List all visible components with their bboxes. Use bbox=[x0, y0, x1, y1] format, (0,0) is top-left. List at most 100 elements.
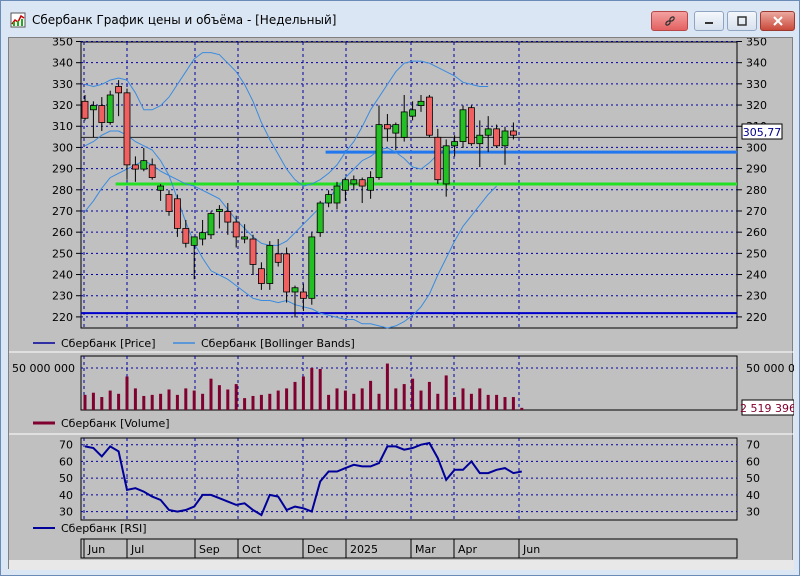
bollinger-legend-label: Сбербанк [Bollinger Bands] bbox=[201, 337, 355, 350]
volume-bar bbox=[142, 395, 146, 410]
candle-body bbox=[341, 179, 349, 191]
window-title: Сбербанк График цены и объёма - [Недельн… bbox=[32, 13, 337, 27]
price-y-tick-right: 350 bbox=[746, 38, 767, 49]
price-y-tick-right: 300 bbox=[746, 141, 767, 154]
volume-bar bbox=[419, 390, 423, 410]
volume-bar bbox=[444, 375, 448, 410]
volume-bar bbox=[285, 388, 289, 410]
candle-body bbox=[132, 164, 139, 170]
candle-body bbox=[425, 96, 433, 136]
rsi-plot-area[interactable] bbox=[80, 437, 738, 521]
candle-body bbox=[232, 221, 240, 238]
candle-body bbox=[173, 198, 181, 229]
rsi-y-tick-right: 50 bbox=[746, 472, 760, 485]
volume-bar bbox=[91, 392, 95, 410]
volume-bar bbox=[217, 385, 221, 410]
minimize-icon bbox=[705, 22, 713, 24]
last-volume-tag: 2 519 396 bbox=[740, 399, 796, 416]
volume-bar bbox=[251, 395, 255, 410]
rsi-legend-label: Сбербанк [RSI] bbox=[61, 522, 147, 535]
price-y-axis-right: 3503403303203103002902802702602502402302… bbox=[737, 36, 767, 324]
volume-bar bbox=[486, 394, 490, 410]
candle-body bbox=[207, 213, 215, 236]
price-y-tick-left: 220 bbox=[52, 311, 73, 324]
candle-body bbox=[115, 86, 122, 94]
candle-body bbox=[182, 228, 190, 244]
volume-bar bbox=[343, 390, 347, 410]
candle-body bbox=[358, 179, 366, 187]
price-legend: Сбербанк [Price] Сбербанк [Bollinger Ban… bbox=[33, 337, 355, 350]
volume-bar bbox=[369, 380, 373, 410]
candle-body bbox=[199, 232, 207, 240]
volume-bar bbox=[469, 393, 473, 410]
volume-bar bbox=[318, 368, 322, 410]
price-y-tick-right: 220 bbox=[746, 311, 767, 324]
chart-canvas[interactable]: 350 340 330 320 310 300 290 280 270 260 250 240 230 2… bbox=[9, 36, 800, 570]
volume-bar bbox=[301, 376, 305, 410]
time-label: Jul bbox=[130, 543, 144, 556]
candle-body bbox=[509, 130, 517, 136]
candle-body bbox=[476, 134, 484, 145]
candle-body bbox=[257, 268, 265, 284]
last-price-label: 305,77 bbox=[743, 126, 782, 139]
price-y-tick-left: 280 bbox=[52, 184, 73, 197]
volume-bar bbox=[461, 388, 465, 410]
candle-body bbox=[81, 100, 89, 119]
minimize-button[interactable] bbox=[694, 11, 724, 31]
price-y-tick-left: 230 bbox=[52, 290, 73, 303]
price-y-tick-left: 250 bbox=[52, 247, 73, 260]
candle-body bbox=[367, 177, 375, 191]
volume-bar bbox=[495, 394, 499, 410]
volume-legend: Сбербанк [Volume] bbox=[33, 417, 170, 430]
chart-app-icon bbox=[10, 12, 26, 28]
price-y-tick-left: 330 bbox=[52, 78, 73, 91]
title-bar[interactable]: Сбербанк График цены и объёма - [Недельн… bbox=[1, 1, 799, 37]
volume-bar bbox=[411, 378, 415, 410]
horizontal-scrollbar[interactable] bbox=[9, 560, 794, 570]
volume-bar bbox=[352, 393, 356, 410]
volume-bar bbox=[293, 381, 297, 410]
price-y-tick-left: 240 bbox=[52, 269, 73, 282]
pin-button[interactable] bbox=[651, 11, 688, 31]
candle-body bbox=[224, 211, 232, 223]
candle-body bbox=[157, 185, 165, 191]
candle-body bbox=[291, 287, 299, 293]
candle-body bbox=[299, 291, 307, 299]
volume-bar bbox=[259, 394, 263, 410]
volume-bar bbox=[201, 393, 205, 410]
volume-y-tick-right: 50 000 000 bbox=[746, 362, 794, 375]
rsi-y-tick-left: 60 bbox=[59, 455, 73, 468]
candle-body bbox=[442, 145, 450, 185]
volume-bar bbox=[511, 397, 515, 410]
price-legend-label: Сбербанк [Price] bbox=[61, 337, 156, 350]
volume-bar bbox=[503, 397, 507, 410]
rsi-y-tick-right: 30 bbox=[746, 506, 760, 519]
close-button[interactable] bbox=[760, 11, 795, 31]
volume-bar bbox=[243, 398, 247, 410]
volume-bar bbox=[478, 388, 482, 410]
volume-bar bbox=[520, 407, 524, 410]
price-y-tick-left: 350 bbox=[52, 38, 73, 49]
link-icon bbox=[664, 16, 675, 26]
price-y-tick-right: 290 bbox=[746, 163, 767, 176]
volume-plot-area[interactable] bbox=[80, 355, 738, 411]
candle-body bbox=[274, 253, 282, 263]
volume-bar bbox=[327, 394, 331, 410]
price-y-tick-right: 320 bbox=[746, 99, 767, 112]
rsi-y-tick-left: 70 bbox=[59, 439, 73, 452]
time-label: Jun bbox=[87, 543, 105, 556]
price-y-tick-right: 340 bbox=[746, 57, 767, 70]
price-y-tick-right: 260 bbox=[746, 226, 767, 239]
rsi-y-tick-left: 30 bbox=[59, 506, 73, 519]
rsi-y-tick-right: 70 bbox=[746, 439, 760, 452]
price-y-tick-left: 260 bbox=[52, 226, 73, 239]
app-window: Сбербанк График цены и объёма - [Недельн… bbox=[0, 0, 800, 576]
time-label: Oct bbox=[242, 543, 262, 556]
volume-bar bbox=[385, 363, 389, 410]
price-y-tick-right: 230 bbox=[746, 290, 767, 303]
volume-bar bbox=[276, 390, 280, 410]
time-axis[interactable] bbox=[80, 538, 738, 559]
rsi-y-tick-left: 50 bbox=[59, 472, 73, 485]
maximize-button[interactable] bbox=[727, 11, 757, 31]
volume-bar bbox=[234, 384, 238, 410]
